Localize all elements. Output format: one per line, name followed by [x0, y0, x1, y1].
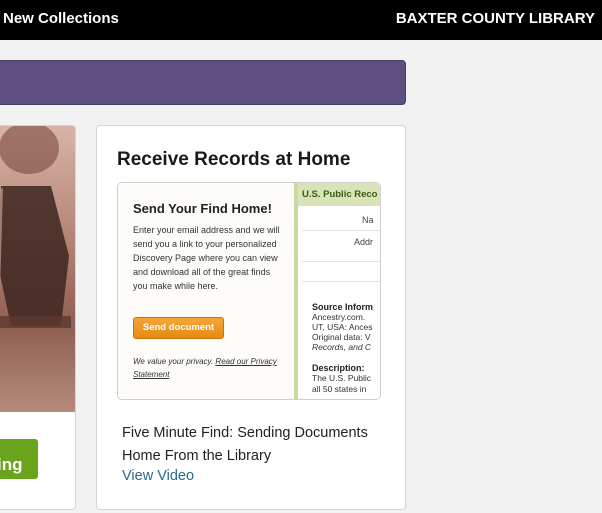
divider: [302, 281, 380, 282]
source-info-body: Ancestry.com. UT, USA: Ances Original da…: [312, 312, 372, 352]
privacy-text: We value your privacy.: [133, 357, 214, 366]
green-action-button[interactable]: ing: [0, 439, 38, 479]
source-line: Ancestry.com.: [312, 312, 366, 322]
source-line: UT, USA: Ances: [312, 322, 373, 332]
divider: [302, 230, 380, 231]
description-line: all 50 states in: [312, 384, 367, 394]
source-line: Original data: V: [312, 332, 371, 342]
source-line: Records, and C: [312, 342, 372, 352]
description-title: Description:: [312, 363, 365, 373]
name-label: Na: [362, 215, 374, 225]
video-caption: Five Minute Find: Sending Documents Home…: [122, 425, 368, 464]
description-line: The U.S. Public: [312, 373, 372, 383]
library-name: BAXTER COUNTY LIBRARY: [395, 10, 595, 27]
privacy-note: We value your privacy. Read our Privacy …: [133, 355, 283, 381]
left-card: ing: [0, 125, 76, 510]
nav-link-new-collections[interactable]: New Collections: [3, 10, 119, 27]
address-label: Addr: [354, 237, 374, 247]
top-navigation-bar: New Collections BAXTER COUNTY LIBRARY: [0, 0, 602, 40]
card-title: Receive Records at Home: [117, 149, 351, 170]
divider: [302, 261, 380, 262]
send-pane: Send Your Find Home! Enter your email ad…: [118, 183, 294, 399]
purple-banner: [0, 60, 406, 105]
athlete-photo-art: [0, 126, 71, 328]
send-document-button[interactable]: Send document: [133, 317, 224, 339]
description-body: The U.S. Public all 50 states in: [312, 373, 371, 395]
send-heading: Send Your Find Home!: [133, 201, 272, 216]
record-panel-header: U.S. Public Reco: [298, 183, 380, 206]
belt-shape: [0, 316, 71, 328]
send-description: Enter your email address and we will sen…: [133, 225, 280, 291]
head-shape: [0, 126, 59, 174]
athlete-photo: [0, 126, 75, 412]
send-document-preview: Send Your Find Home! Enter your email ad…: [117, 182, 381, 400]
record-side-panel: U.S. Public Reco Na Addr Source Inform A…: [294, 183, 380, 399]
view-video-link[interactable]: View Video: [122, 468, 194, 484]
source-info-title: Source Inform: [312, 302, 374, 312]
records-card: Receive Records at Home Send Your Find H…: [96, 125, 406, 510]
tank-top-shape: [0, 186, 69, 326]
